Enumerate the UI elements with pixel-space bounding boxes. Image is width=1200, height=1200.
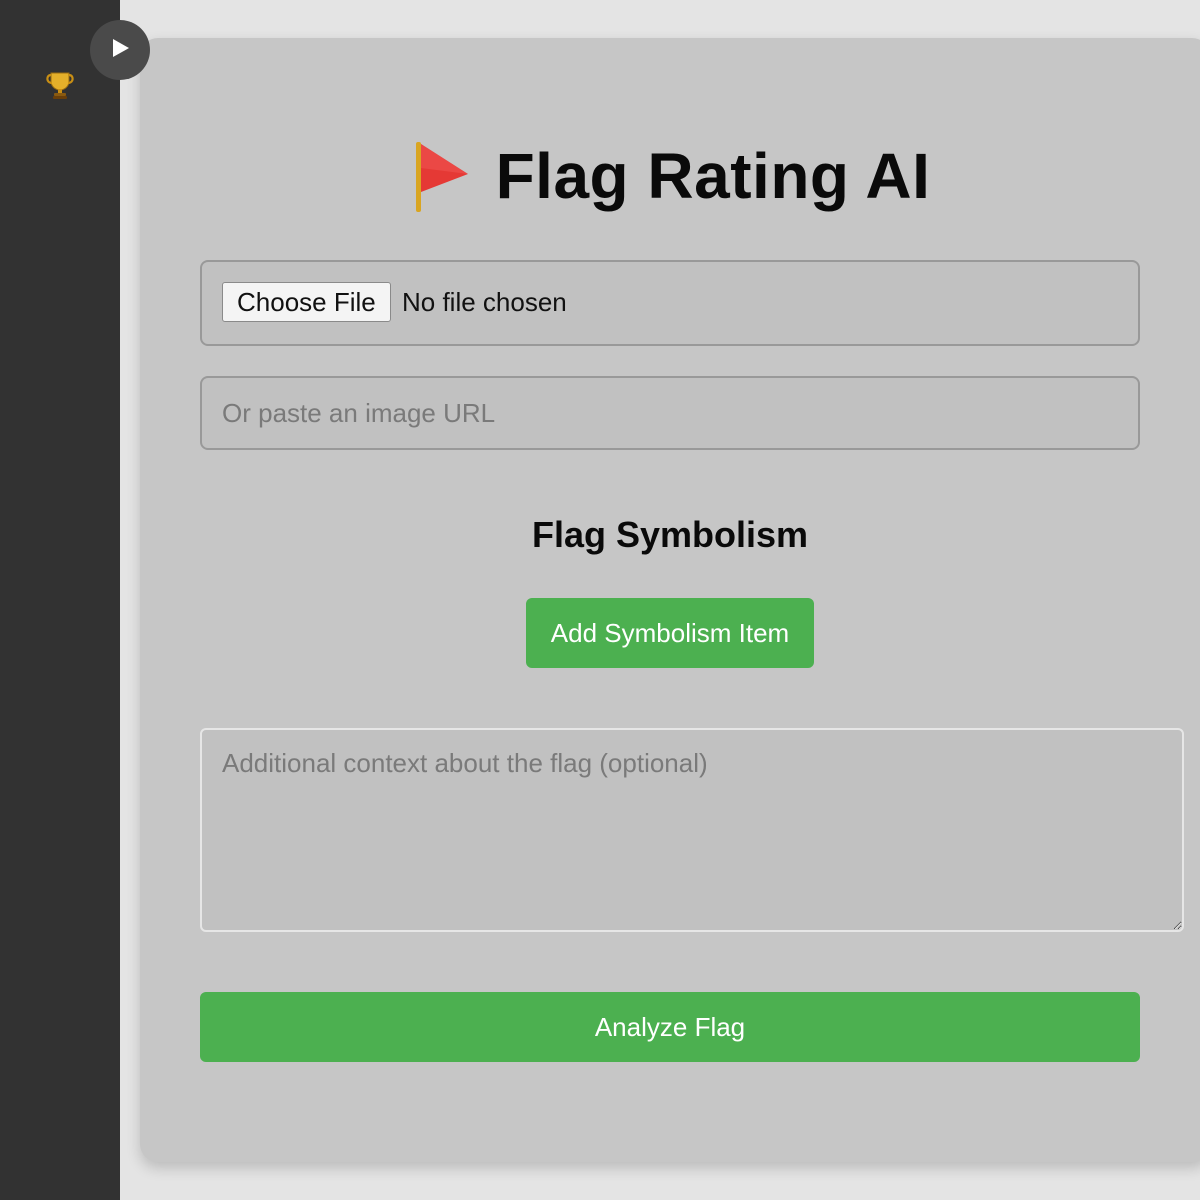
title-row: Flag Rating AI: [140, 138, 1200, 214]
file-status-text: No file chosen: [402, 287, 567, 317]
sidebar-toggle-button[interactable]: [90, 20, 150, 80]
add-symbolism-button[interactable]: Add Symbolism Item: [526, 598, 814, 668]
red-flag-icon: [410, 138, 472, 214]
context-textarea[interactable]: [200, 728, 1184, 932]
image-url-input[interactable]: [200, 376, 1140, 450]
analyze-flag-button[interactable]: Analyze Flag: [200, 992, 1140, 1062]
symbolism-heading: Flag Symbolism: [531, 514, 809, 555]
sidebar: [0, 0, 120, 1200]
choose-file-button[interactable]: Choose File: [222, 282, 391, 322]
play-icon: [109, 37, 131, 64]
trophy-icon[interactable]: [46, 70, 74, 100]
file-upload-field[interactable]: Choose File No file chosen: [200, 260, 1140, 346]
page-title: Flag Rating AI: [495, 140, 931, 212]
main-card: Flag Rating AI Choose File No file chose…: [140, 38, 1200, 1162]
